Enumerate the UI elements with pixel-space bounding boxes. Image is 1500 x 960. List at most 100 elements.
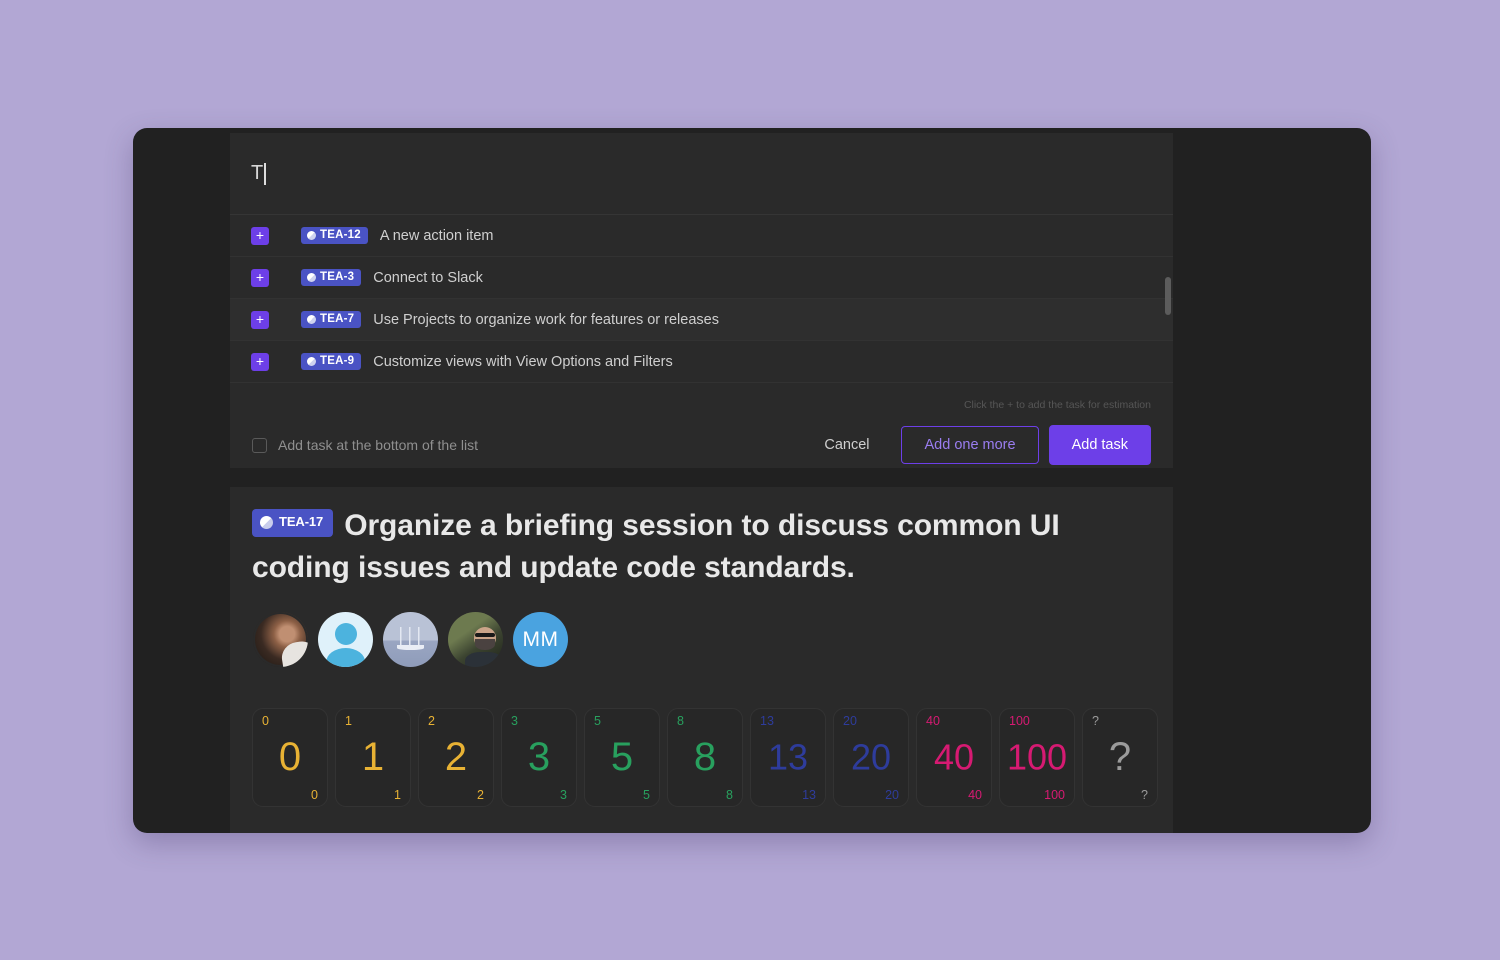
card-value-top: 3	[511, 714, 518, 729]
task-title-text: Organize a briefing session to discuss c…	[252, 509, 1060, 584]
app-window: T + TEA-12 A new action item + TEA-3 Con…	[133, 128, 1371, 833]
avatar[interactable]	[253, 612, 308, 668]
estimation-card-40[interactable]: 40 40 40	[916, 708, 992, 808]
ship-hull	[397, 645, 424, 650]
participants-list: MM	[252, 612, 1151, 668]
task-key-badge[interactable]: TEA-3	[301, 269, 362, 286]
task-key-badge[interactable]: TEA-12	[301, 227, 368, 244]
task-title-label: Use Projects to organize work for featur…	[373, 311, 719, 328]
card-value-bottom: 8	[726, 788, 733, 803]
add-to-estimation-plus-icon[interactable]: +	[251, 310, 269, 329]
add-one-more-button[interactable]: Add one more	[901, 426, 1039, 464]
estimation-card-5[interactable]: 5 5 5	[584, 708, 660, 808]
card-value-center: 3	[527, 735, 551, 780]
add-task-button[interactable]: Add task	[1048, 425, 1151, 465]
list-item[interactable]: + TEA-3 Connect to Slack	[230, 257, 1173, 299]
task-key-badge[interactable]: TEA-7	[301, 311, 362, 328]
estimation-card-1[interactable]: 1 1 1	[335, 708, 411, 808]
card-value-bottom: 40	[968, 788, 982, 803]
project-icon	[307, 272, 316, 282]
person-icon-body	[325, 647, 366, 668]
avatar[interactable]: MM	[513, 612, 568, 668]
card-value-top: 13	[760, 714, 774, 729]
task-key-label: TEA-7	[320, 313, 355, 325]
add-to-estimation-plus-icon[interactable]: +	[251, 352, 269, 371]
card-value-bottom: ?	[1141, 788, 1148, 803]
card-value-top: 20	[843, 714, 857, 729]
list-item[interactable]: + TEA-9 Customize views with View Option…	[230, 341, 1173, 383]
task-name-input[interactable]: T	[251, 162, 263, 185]
card-value-bottom: 2	[477, 788, 484, 803]
avatar[interactable]	[448, 612, 503, 668]
project-icon	[307, 314, 316, 324]
card-value-center: 0	[278, 735, 302, 780]
avatar-glasses	[474, 632, 495, 638]
task-title-label: Connect to Slack	[373, 269, 483, 286]
avatar-initials: MM	[522, 627, 559, 651]
card-value-center: ?	[1108, 735, 1132, 780]
card-value-center: 8	[693, 735, 717, 780]
card-value-bottom: 1	[394, 788, 401, 803]
avatar-coat	[464, 651, 503, 668]
estimation-hint: Click the + to add the task for estimati…	[230, 383, 1173, 413]
add-task-panel: T + TEA-12 A new action item + TEA-3 Con…	[230, 133, 1173, 468]
card-value-top: 0	[262, 714, 269, 729]
checkbox-icon[interactable]	[252, 437, 267, 453]
card-value-top: ?	[1092, 714, 1099, 729]
estimation-card-3[interactable]: 3 3 3	[501, 708, 577, 808]
estimation-card-13[interactable]: 13 13 13	[750, 708, 826, 808]
avatar[interactable]	[318, 612, 373, 668]
card-value-center: 20	[850, 736, 892, 778]
card-value-bottom: 5	[643, 788, 650, 803]
project-icon	[307, 356, 316, 366]
card-value-top: 1	[345, 714, 352, 729]
list-item[interactable]: + TEA-7 Use Projects to organize work fo…	[230, 299, 1173, 341]
card-value-top: 8	[677, 714, 684, 729]
add-to-estimation-plus-icon[interactable]: +	[251, 226, 269, 245]
add-to-estimation-plus-icon[interactable]: +	[251, 268, 269, 287]
ship-masts	[399, 626, 422, 646]
project-icon	[307, 230, 316, 240]
estimation-panel: TEA-17 Organize a briefing session to di…	[230, 487, 1173, 833]
card-value-center: 2	[444, 735, 468, 780]
task-key-label: TEA-17	[279, 514, 324, 530]
card-value-bottom: 100	[1044, 788, 1065, 803]
estimation-card-8[interactable]: 8 8 8	[667, 708, 743, 808]
card-value-center: 13	[767, 736, 809, 778]
person-icon-head	[334, 623, 357, 646]
avatar-beard	[474, 638, 495, 650]
add-at-bottom-label: Add task at the bottom of the list	[278, 437, 478, 453]
card-value-center: 1	[361, 735, 385, 780]
estimation-card-0[interactable]: 0 0 0	[252, 708, 328, 808]
card-value-top: 100	[1009, 714, 1030, 729]
card-value-bottom: 20	[885, 788, 899, 803]
cancel-button[interactable]: Cancel	[810, 429, 883, 461]
estimation-card-unknown[interactable]: ? ? ?	[1082, 708, 1158, 808]
task-title-label: Customize views with View Options and Fi…	[373, 353, 673, 370]
card-value-bottom: 3	[560, 788, 567, 803]
page-title: TEA-17 Organize a briefing session to di…	[252, 505, 1151, 588]
task-key-label: TEA-9	[320, 355, 355, 367]
task-key-badge[interactable]: TEA-17	[252, 509, 334, 537]
project-icon	[260, 516, 273, 529]
avatar[interactable]	[383, 612, 438, 668]
card-value-center: 5	[610, 735, 634, 780]
list-item[interactable]: + TEA-12 A new action item	[230, 215, 1173, 257]
suggestion-list-scrollbar[interactable]	[1165, 215, 1171, 468]
add-at-bottom-checkbox[interactable]: Add task at the bottom of the list	[252, 437, 478, 453]
card-value-center: 40	[933, 736, 975, 778]
estimation-card-2[interactable]: 2 2 2	[418, 708, 494, 808]
task-name-input-area[interactable]: T	[230, 133, 1173, 215]
task-key-label: TEA-12	[320, 229, 361, 241]
card-value-center: 100	[1006, 736, 1068, 778]
card-value-bottom: 13	[802, 788, 816, 803]
suggestion-list: + TEA-12 A new action item + TEA-3 Conne…	[230, 215, 1173, 383]
estimation-card-20[interactable]: 20 20 20	[833, 708, 909, 808]
card-value-top: 40	[926, 714, 940, 729]
estimation-hint-label: Click the + to add the task for estimati…	[963, 399, 1151, 411]
task-key-badge[interactable]: TEA-9	[301, 353, 362, 370]
scrollbar-thumb[interactable]	[1165, 277, 1171, 315]
estimation-card-deck: 0 0 0 1 1 1 2 2 2 3 3 3 5 5 5 8 8 8 13 1…	[252, 708, 1158, 808]
estimation-card-100[interactable]: 100 100 100	[999, 708, 1075, 808]
card-value-top: 2	[428, 714, 435, 729]
